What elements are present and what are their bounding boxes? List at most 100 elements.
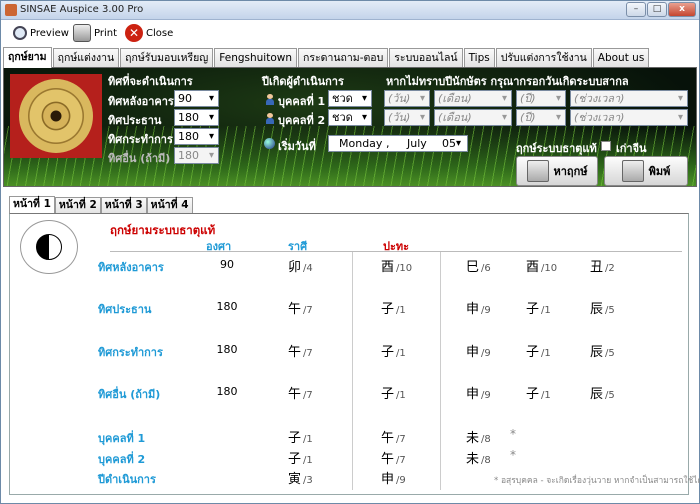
start-day: 05 bbox=[442, 137, 456, 150]
branch-char: 子 bbox=[381, 302, 395, 317]
tab-settings[interactable]: ปรับแต่งการใช้งาน bbox=[495, 48, 592, 67]
branch-char: 子 bbox=[381, 345, 395, 360]
p2-month-select[interactable]: (เดือน) bbox=[434, 109, 512, 126]
unknown-year-header: หากไม่ทราบปีนักษัตร กรุณากรอกวันเกิดระบบ… bbox=[386, 75, 629, 88]
branch-number: /10 bbox=[396, 263, 413, 274]
row-label: บุคคลที่ 2 bbox=[98, 453, 146, 466]
chief-dir-label: ทิศประธาน bbox=[108, 114, 162, 127]
branch-number: /2 bbox=[605, 263, 615, 274]
row-element-1: 未/8 bbox=[466, 427, 491, 446]
preview-button[interactable]: Preview bbox=[13, 23, 69, 43]
branch-number: /8 bbox=[481, 455, 491, 466]
branch-char: 午 bbox=[381, 452, 395, 467]
person1-label: บุคคลที่ 1 bbox=[278, 95, 326, 108]
branch-char: 申 bbox=[466, 345, 480, 360]
branch-number: /7 bbox=[303, 305, 313, 316]
asura-star: * bbox=[510, 427, 516, 441]
minimize-button[interactable]: – bbox=[626, 2, 646, 17]
old-chinese-checkbox[interactable] bbox=[601, 141, 611, 151]
person1-year-select[interactable]: ชวด bbox=[328, 90, 372, 107]
row-clash: 子/1 bbox=[381, 383, 406, 402]
tab-online[interactable]: ระบบออนไลน์ bbox=[389, 48, 463, 67]
tab-auspice[interactable]: ฤกษ์ยาม bbox=[3, 47, 52, 68]
other-dir-select[interactable]: 180 bbox=[174, 147, 219, 164]
page-tab-2[interactable]: หน้าที่ 2 bbox=[54, 197, 101, 213]
title-bar: SINSAE Auspice 3.00 Pro – □ x bbox=[1, 1, 699, 20]
row-degree: 180 bbox=[216, 300, 238, 313]
branch-char: 午 bbox=[288, 387, 302, 402]
row-degree: 90 bbox=[220, 258, 234, 271]
preview-label: Preview bbox=[30, 27, 69, 39]
row-rasi: 午/7 bbox=[288, 383, 313, 402]
p1-day-select[interactable]: (วัน) bbox=[384, 90, 430, 107]
row-label: ทิศอื่น (ถ้ามี) bbox=[98, 388, 161, 401]
window-title: SINSAE Auspice 3.00 Pro bbox=[20, 4, 144, 15]
find-auspice-button[interactable]: หาฤกษ์ bbox=[516, 156, 598, 186]
branch-char: 未 bbox=[466, 431, 480, 446]
branch-char: 午 bbox=[288, 302, 302, 317]
branch-char: 酉 bbox=[381, 260, 395, 275]
branch-char: 子 bbox=[526, 302, 540, 317]
p1-time-select[interactable]: (ช่วงเวลา) bbox=[570, 90, 688, 107]
branch-char: 丑 bbox=[590, 260, 604, 275]
close-window-button[interactable]: x bbox=[668, 2, 696, 17]
start-date-picker[interactable]: Monday , July 05 ▾ bbox=[328, 135, 468, 152]
p1-year-select[interactable]: (ปี) bbox=[516, 90, 566, 107]
row-element-3: 辰/5 bbox=[590, 341, 615, 360]
row-element-3: 丑/2 bbox=[590, 256, 615, 275]
building-dir-select[interactable]: 90 bbox=[174, 90, 219, 107]
p2-year-select[interactable]: (ปี) bbox=[516, 109, 566, 126]
branch-char: 巳 bbox=[466, 260, 480, 275]
branch-char: 午 bbox=[288, 345, 302, 360]
tab-tips[interactable]: Tips bbox=[463, 48, 495, 67]
print-button[interactable]: Print bbox=[73, 23, 117, 43]
branch-number: /1 bbox=[541, 348, 551, 359]
print-result-button[interactable]: พิมพ์ bbox=[604, 156, 688, 186]
branch-char: 辰 bbox=[590, 345, 604, 360]
asura-star: * bbox=[510, 448, 516, 462]
person-icon bbox=[266, 94, 274, 105]
page-tabs: หน้าที่ 1 หน้าที่ 2 หน้าที่ 3 หน้าที่ 4 bbox=[9, 196, 193, 214]
p2-time-select[interactable]: (ช่วงเวลา) bbox=[570, 109, 688, 126]
branch-number: /9 bbox=[396, 475, 406, 486]
maximize-button[interactable]: □ bbox=[647, 2, 667, 17]
branch-number: /1 bbox=[303, 434, 313, 445]
branch-number: /5 bbox=[605, 348, 615, 359]
p1-month-select[interactable]: (เดือน) bbox=[434, 90, 512, 107]
row-element-1: 巳/6 bbox=[466, 256, 491, 275]
birth-year-header: ปีเกิดผู้ดำเนินการ bbox=[262, 75, 344, 88]
page-tab-3[interactable]: หน้าที่ 3 bbox=[100, 197, 147, 213]
branch-char: 辰 bbox=[590, 387, 604, 402]
tab-coin[interactable]: ฤกษ์รับมอบเหรียญ bbox=[120, 48, 214, 67]
action-dir-select[interactable]: 180 bbox=[174, 128, 219, 145]
row-element-2: 子/1 bbox=[526, 298, 551, 317]
branch-char: 子 bbox=[381, 387, 395, 402]
person2-year-select[interactable]: ชวด bbox=[328, 109, 372, 126]
branch-char: 子 bbox=[288, 431, 302, 446]
building-dir-label: ทิศหลังอาคาร bbox=[108, 95, 174, 108]
p2-day-select[interactable]: (วัน) bbox=[384, 109, 430, 126]
page-tab-4[interactable]: หน้าที่ 4 bbox=[146, 197, 193, 213]
branch-char: 子 bbox=[526, 387, 540, 402]
row-label: ทิศกระทำการ bbox=[98, 346, 163, 359]
branch-char: 申 bbox=[466, 387, 480, 402]
compass-icon bbox=[19, 79, 93, 153]
branch-number: /1 bbox=[541, 305, 551, 316]
tab-wedding[interactable]: ฤกษ์แต่งงาน bbox=[52, 48, 120, 67]
branch-char: 未 bbox=[466, 452, 480, 467]
close-button[interactable]: ✕ Close bbox=[125, 23, 173, 43]
branch-number: /10 bbox=[541, 263, 558, 274]
tab-about[interactable]: About us bbox=[592, 48, 650, 67]
branch-number: /5 bbox=[605, 390, 615, 401]
start-month: July bbox=[407, 137, 427, 150]
branch-char: 辰 bbox=[590, 302, 604, 317]
row-rasi: 午/7 bbox=[288, 341, 313, 360]
page-tab-1[interactable]: หน้าที่ 1 bbox=[9, 196, 55, 214]
luopan-logo bbox=[10, 74, 102, 158]
tab-fengshuitown[interactable]: Fengshuitown bbox=[214, 48, 297, 67]
row-rasi: 午/7 bbox=[288, 298, 313, 317]
chief-dir-select[interactable]: 180 bbox=[174, 109, 219, 126]
tab-qa-board[interactable]: กระดานถาม-ตอบ bbox=[298, 48, 389, 67]
branch-number: /1 bbox=[396, 305, 406, 316]
action-dir-label: ทิศกระทำการ bbox=[108, 133, 173, 146]
